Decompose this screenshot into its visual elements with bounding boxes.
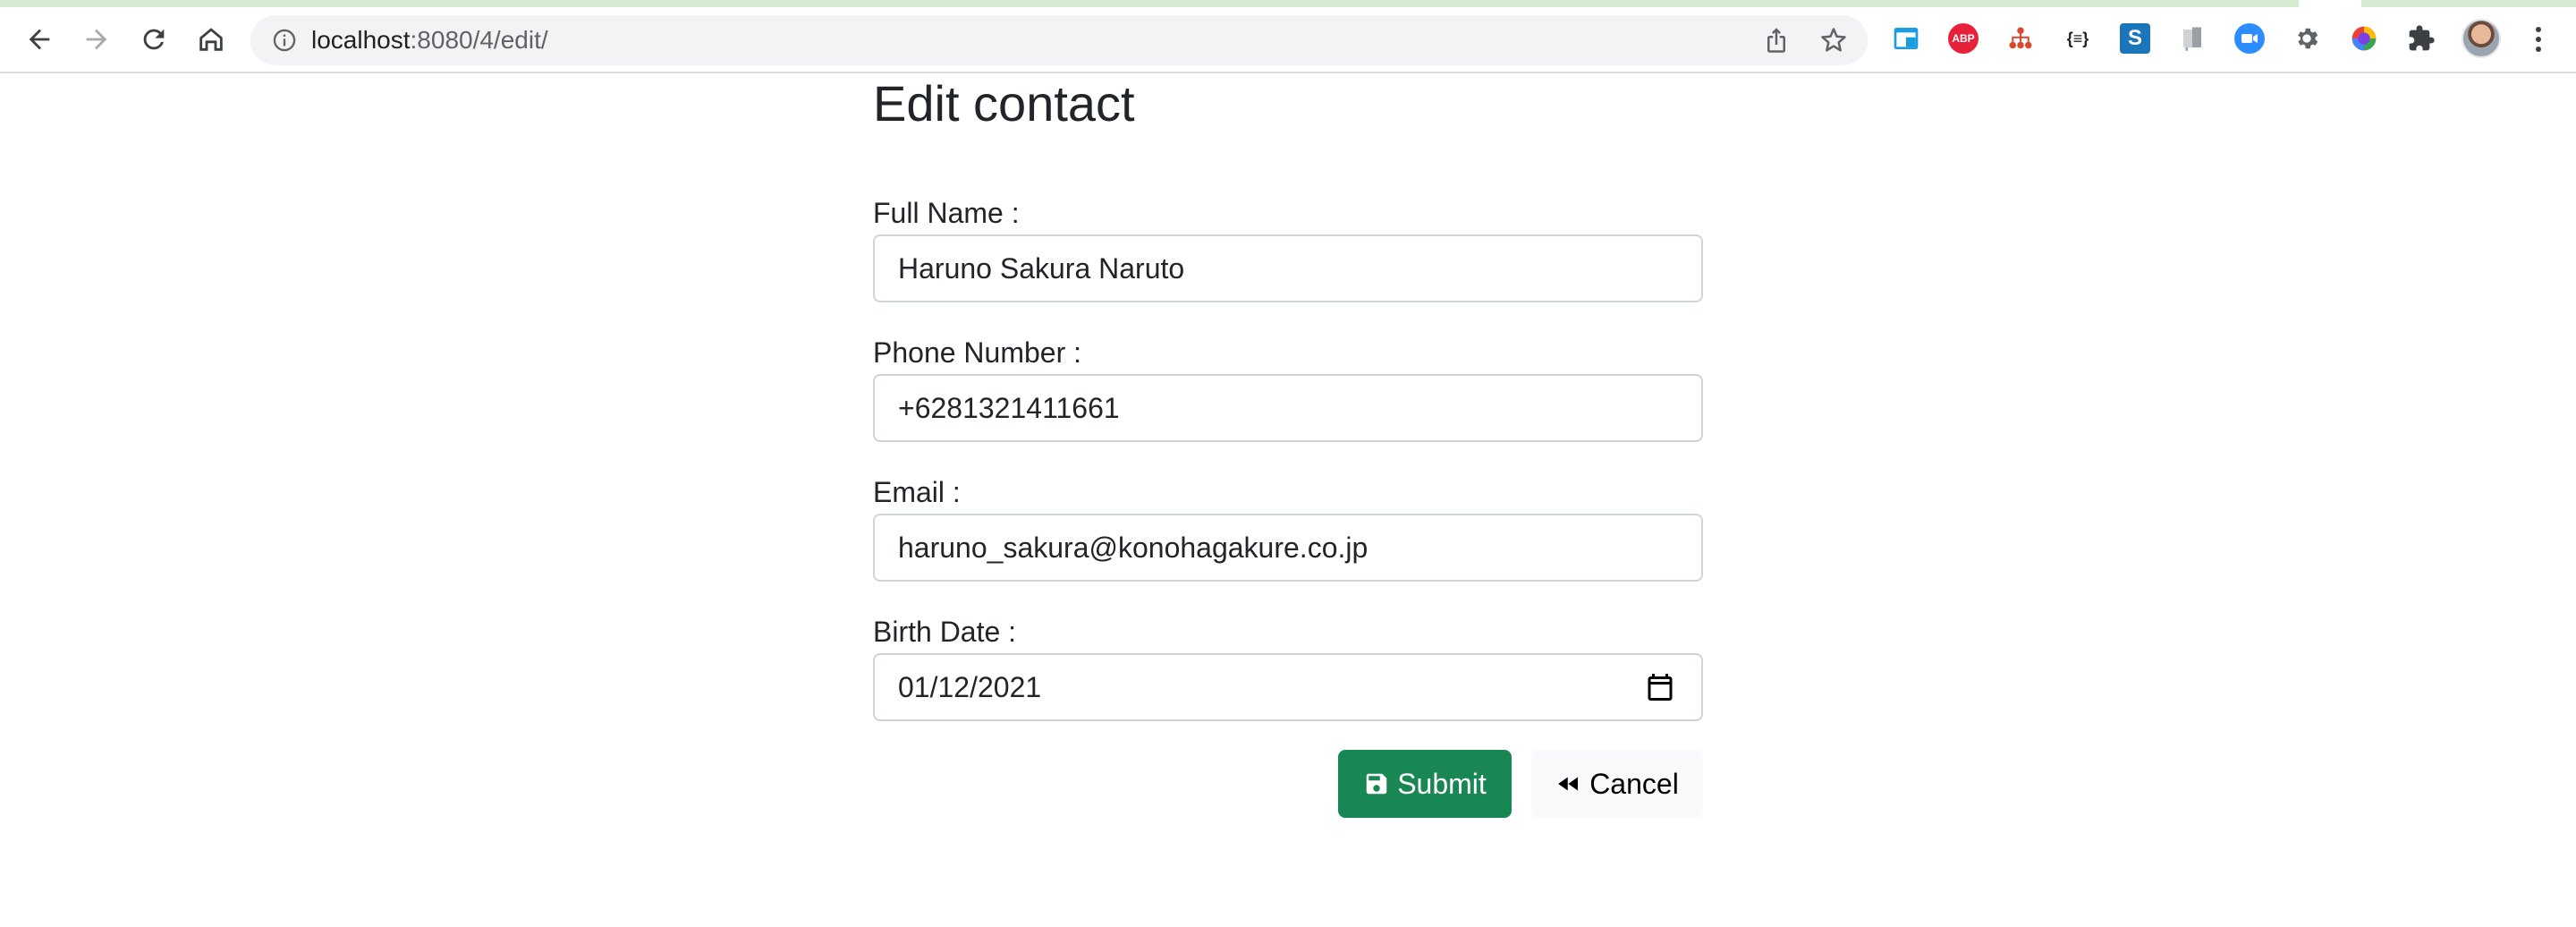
calendar-icon[interactable] bbox=[1644, 671, 1676, 703]
kebab-dot bbox=[2536, 27, 2541, 32]
address-bar[interactable]: localhost:8080/4/edit/ bbox=[250, 15, 1868, 65]
url-host: localhost bbox=[311, 26, 411, 54]
tab-strip bbox=[0, 0, 2576, 7]
reload-button[interactable] bbox=[132, 18, 175, 61]
phone-number-input[interactable] bbox=[873, 374, 1703, 442]
reload-icon bbox=[143, 29, 165, 50]
color-picker-extension-icon[interactable] bbox=[2349, 23, 2379, 54]
rewind-icon bbox=[1558, 777, 1579, 791]
cancel-button[interactable]: Cancel bbox=[1531, 750, 1703, 818]
back-arrow-icon bbox=[29, 29, 50, 50]
json-formatter-label: {≡} bbox=[2066, 29, 2089, 47]
browser-toolbar: localhost:8080/4/edit/ ABP {≡} S bbox=[0, 0, 2576, 73]
url-text: localhost:8080/4/edit/ bbox=[311, 26, 548, 55]
s-extension-icon[interactable]: S bbox=[2120, 23, 2150, 54]
phone-number-label: Phone Number : bbox=[873, 336, 1082, 369]
back-button[interactable] bbox=[18, 18, 61, 61]
kebab-dot bbox=[2536, 47, 2541, 52]
site-info-icon[interactable] bbox=[270, 26, 299, 55]
floppy-disk-icon bbox=[1366, 773, 1387, 795]
window-resizer-extension-icon[interactable] bbox=[1891, 23, 1921, 54]
home-button[interactable] bbox=[190, 18, 233, 61]
flags-extension-icon[interactable] bbox=[2177, 23, 2207, 54]
s-extension-label: S bbox=[2127, 26, 2142, 50]
submit-button[interactable]: Submit bbox=[1338, 750, 1512, 818]
json-formatter-extension-icon[interactable]: {≡} bbox=[2063, 23, 2093, 54]
settings-gear-extension-icon[interactable] bbox=[2292, 23, 2322, 54]
full-name-label: Full Name : bbox=[873, 197, 1020, 229]
birth-date-field bbox=[873, 653, 1703, 721]
extensions-puzzle-icon[interactable] bbox=[2406, 23, 2436, 54]
cancel-label: Cancel bbox=[1589, 767, 1679, 800]
kebab-dot bbox=[2536, 37, 2541, 42]
birth-date-label: Birth Date : bbox=[873, 616, 1017, 648]
tab-strip-gap bbox=[2299, 0, 2361, 7]
zoom-extension-icon[interactable] bbox=[2234, 23, 2265, 54]
profile-avatar[interactable] bbox=[2462, 19, 2501, 58]
browser-menu-button[interactable] bbox=[2521, 20, 2556, 59]
forward-button[interactable] bbox=[75, 18, 118, 61]
birth-date-input[interactable] bbox=[873, 653, 1703, 721]
page-title: Edit contact bbox=[873, 75, 1135, 132]
bookmark-button[interactable] bbox=[1818, 24, 1850, 56]
network-tree-extension-icon[interactable] bbox=[2005, 23, 2036, 54]
bookmark-star-icon bbox=[1821, 28, 1846, 52]
forward-arrow-icon bbox=[86, 29, 107, 50]
email-label: Email : bbox=[873, 476, 961, 508]
adblock-plus-label: ABP bbox=[1952, 32, 1975, 45]
full-name-input[interactable] bbox=[873, 234, 1703, 302]
share-icon bbox=[1767, 28, 1785, 53]
url-path: :8080/4/edit/ bbox=[410, 26, 548, 54]
home-icon bbox=[199, 28, 223, 51]
email-input[interactable] bbox=[873, 514, 1703, 582]
submit-label: Submit bbox=[1397, 767, 1487, 800]
adblock-plus-extension-icon[interactable]: ABP bbox=[1948, 23, 1979, 54]
share-button[interactable] bbox=[1760, 24, 1792, 56]
